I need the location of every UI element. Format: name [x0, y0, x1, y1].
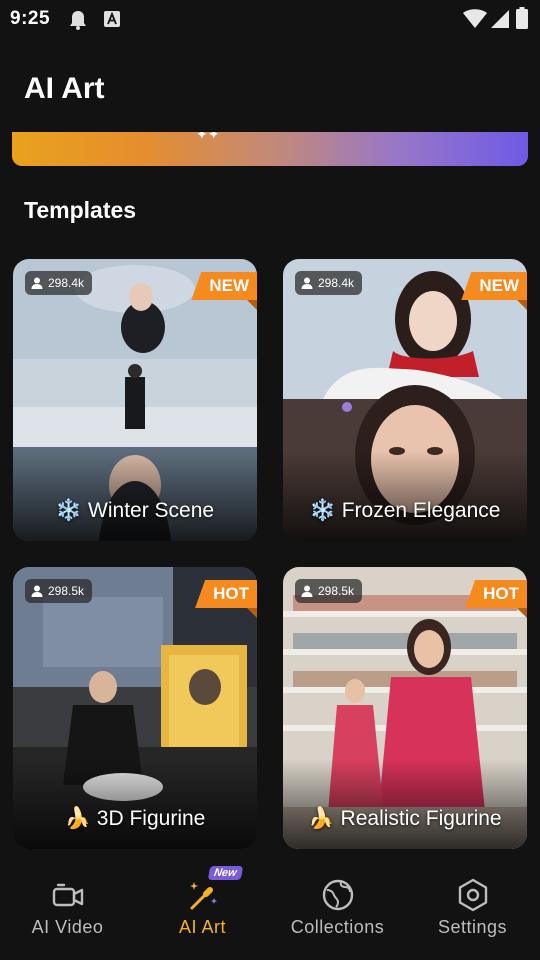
nav-label: AI Video [31, 917, 104, 937]
nav-item-ai-video[interactable]: AI Video [0, 862, 135, 960]
magic-wand-icon [189, 882, 217, 910]
status-bar: 9:25 [0, 0, 540, 40]
views-count: 298.4k [318, 276, 355, 290]
nav-label: Collections [290, 917, 385, 937]
new-badge: NEW [461, 272, 527, 300]
template-card-winter-scene[interactable]: 298.4k NEW ❄️ Winter Scene [13, 259, 257, 541]
battery-icon [516, 7, 528, 29]
nav-label: AI Art [178, 917, 226, 937]
hot-badge: HOT [465, 580, 527, 608]
template-title: 🍌 3D Figurine [64, 807, 206, 830]
nav-item-ai-art[interactable]: New AI Art [135, 862, 270, 960]
hexagon-settings-icon [458, 878, 487, 912]
hot-badge: HOT [195, 580, 257, 608]
video-camera-icon [52, 883, 83, 907]
views-counter: 298.4k [295, 271, 363, 295]
views-count: 298.4k [48, 276, 85, 290]
template-title: ❄️ Winter Scene [55, 499, 215, 522]
template-card-3d-figurine[interactable]: 298.5k HOT 🍌 3D Figurine [13, 567, 257, 849]
notification-ghost-icon [70, 11, 86, 30]
sparkle-icon: ✦✦ [196, 132, 220, 142]
globe-icon [322, 879, 353, 911]
views-counter: 298.4k [25, 271, 93, 295]
user-icon [31, 585, 43, 597]
banana-icon: 🍌 [64, 807, 91, 830]
banana-icon: 🍌 [308, 807, 335, 830]
new-badge: NEW [191, 272, 257, 300]
signal-icon [491, 10, 509, 28]
user-icon [31, 277, 43, 289]
views-count: 298.5k [48, 584, 85, 598]
views-counter: 298.5k [295, 579, 363, 603]
nav-label: Settings [437, 917, 508, 937]
section-title: Templates [24, 197, 137, 223]
user-icon [301, 585, 313, 597]
status-time: 9:25 [10, 8, 51, 29]
template-title: ❄️ Frozen Elegance [309, 499, 501, 522]
nav-item-settings[interactable]: Settings [405, 862, 540, 960]
user-icon [301, 277, 313, 289]
snowflake-icon: ❄️ [55, 499, 83, 522]
promo-banner[interactable]: ✦✦ [12, 132, 528, 166]
page-title: AI Art [24, 72, 105, 105]
template-card-realistic-figurine[interactable]: 298.5k HOT 🍌 Realistic Figurine [283, 567, 527, 849]
wifi-icon [463, 9, 487, 28]
new-tag: New [207, 866, 243, 880]
bottom-navigation: AI Video New AI Art Collections Settings [0, 862, 540, 960]
snowflake-icon: ❄️ [309, 499, 336, 522]
views-counter: 298.5k [25, 579, 93, 603]
template-card-frozen-elegance[interactable]: 298.4k NEW ❄️ Frozen Elegance [283, 259, 527, 541]
nav-item-collections[interactable]: Collections [270, 862, 405, 960]
font-a-icon [104, 11, 120, 27]
template-title: 🍌 Realistic Figurine [308, 807, 502, 830]
views-count: 298.5k [318, 584, 355, 598]
